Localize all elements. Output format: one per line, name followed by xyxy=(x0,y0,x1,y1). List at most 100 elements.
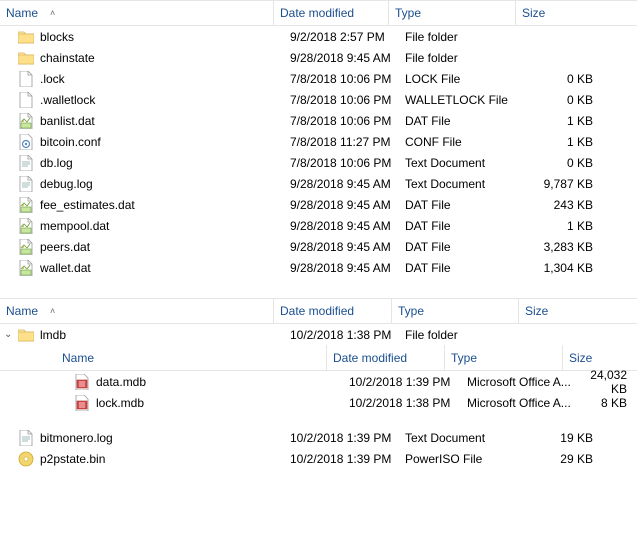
conf-icon xyxy=(18,134,34,150)
file-row[interactable]: peers.dat9/28/2018 9:45 AMDAT File3,283 … xyxy=(0,236,637,257)
text-icon xyxy=(18,155,34,171)
file-row[interactable]: .lock7/8/2018 10:06 PMLOCK File0 KB xyxy=(0,68,637,89)
file-name: lmdb xyxy=(40,328,290,342)
file-type: File folder xyxy=(405,51,533,65)
column-header-type-label: Type xyxy=(398,304,424,318)
file-type: DAT File xyxy=(405,261,533,275)
file-size: 1,304 KB xyxy=(533,261,637,275)
file-list-pane-top: Name ˄ Date modified Type Size blocks9/2… xyxy=(0,0,637,278)
column-header-date[interactable]: Date modified xyxy=(274,299,392,323)
file-name: p2pstate.bin xyxy=(40,452,290,466)
file-date: 9/28/2018 9:45 AM xyxy=(290,240,405,254)
column-header-type[interactable]: Type xyxy=(445,345,563,370)
file-date: 7/8/2018 10:06 PM xyxy=(290,93,405,107)
file-row[interactable]: db.log7/8/2018 10:06 PMText Document0 KB xyxy=(0,152,637,173)
column-header-size-label: Size xyxy=(522,6,545,20)
file-date: 10/2/2018 1:39 PM xyxy=(290,431,405,445)
column-header-name[interactable]: Name ˄ xyxy=(0,1,274,25)
file-size: 0 KB xyxy=(533,72,637,86)
folder-row[interactable]: ⌄lmdb10/2/2018 1:38 PMFile folder xyxy=(0,324,637,345)
file-size: 1 KB xyxy=(533,114,637,128)
file-size: 8 KB xyxy=(585,396,637,410)
file-type: File folder xyxy=(405,328,533,342)
column-header-row: Name ˄ Date modified Type Size xyxy=(0,298,637,324)
file-type: DAT File xyxy=(405,114,533,128)
column-header-date-label: Date modified xyxy=(333,351,407,365)
file-date: 7/8/2018 10:06 PM xyxy=(290,72,405,86)
file-name: bitcoin.conf xyxy=(40,135,290,149)
file-type: LOCK File xyxy=(405,72,533,86)
file-name: fee_estimates.dat xyxy=(40,198,290,212)
column-header-name[interactable]: Name ˄ xyxy=(0,299,274,323)
file-type: File folder xyxy=(405,30,533,44)
column-header-size[interactable]: Size xyxy=(519,299,637,323)
file-type: DAT File xyxy=(405,198,533,212)
file-name: .lock xyxy=(40,72,290,86)
file-name: blocks xyxy=(40,30,290,44)
file-row[interactable]: debug.log9/28/2018 9:45 AMText Document9… xyxy=(0,173,637,194)
file-list-top: blocks9/2/2018 2:57 PMFile folderchainst… xyxy=(0,26,637,278)
file-type: Microsoft Office A... xyxy=(467,375,585,389)
file-row[interactable]: wallet.dat9/28/2018 9:45 AMDAT File1,304… xyxy=(0,257,637,278)
expand-chevron-icon: ⌄ xyxy=(4,329,12,340)
column-header-type[interactable]: Type xyxy=(392,299,519,323)
dat-icon xyxy=(18,113,34,129)
iso-icon xyxy=(18,451,34,467)
file-row[interactable]: fee_estimates.dat9/28/2018 9:45 AMDAT Fi… xyxy=(0,194,637,215)
file-name: wallet.dat xyxy=(40,261,290,275)
file-name: .walletlock xyxy=(40,93,290,107)
sort-chevron-icon: ˄ xyxy=(50,306,55,316)
file-name: db.log xyxy=(40,156,290,170)
file-date: 9/28/2018 9:45 AM xyxy=(290,51,405,65)
file-type: Text Document xyxy=(405,177,533,191)
column-header-size[interactable]: Size xyxy=(516,1,637,25)
file-row[interactable]: mempool.dat9/28/2018 9:45 AMDAT File1 KB xyxy=(0,215,637,236)
file-date: 10/2/2018 1:39 PM xyxy=(349,375,467,389)
column-header-name-label: Name xyxy=(6,304,38,318)
file-type: Text Document xyxy=(405,431,533,445)
file-name: lock.mdb xyxy=(96,396,349,410)
folder-row[interactable]: blocks9/2/2018 2:57 PMFile folder xyxy=(0,26,637,47)
mdb-icon xyxy=(74,395,90,411)
file-type: CONF File xyxy=(405,135,533,149)
column-header-date-label: Date modified xyxy=(280,6,354,20)
column-header-size[interactable]: Size xyxy=(563,345,637,370)
file-name: banlist.dat xyxy=(40,114,290,128)
file-row[interactable]: banlist.dat7/8/2018 10:06 PMDAT File1 KB xyxy=(0,110,637,131)
file-type: WALLETLOCK File xyxy=(405,93,533,107)
file-icon xyxy=(18,71,34,87)
folder-icon xyxy=(18,29,34,45)
file-date: 10/2/2018 1:38 PM xyxy=(349,396,467,410)
column-header-date-label: Date modified xyxy=(280,304,354,318)
column-header-type[interactable]: Type xyxy=(389,1,516,25)
file-row[interactable]: lock.mdb10/2/2018 1:38 PMMicrosoft Offic… xyxy=(0,392,637,413)
file-row[interactable]: .walletlock7/8/2018 10:06 PMWALLETLOCK F… xyxy=(0,89,637,110)
column-header-name[interactable]: Name xyxy=(56,345,327,370)
dat-icon xyxy=(18,218,34,234)
column-header-date[interactable]: Date modified xyxy=(274,1,389,25)
text-icon xyxy=(18,430,34,446)
file-name: mempool.dat xyxy=(40,219,290,233)
file-list-pane-bottom: Name ˄ Date modified Type Size ⌄ lmdb 10/2… xyxy=(0,298,637,469)
file-name: peers.dat xyxy=(40,240,290,254)
file-name: debug.log xyxy=(40,177,290,191)
file-list-bottom: ⌄ lmdb 10/2/2018 1:38 PM File folder Name Dat… xyxy=(0,324,637,469)
file-date: 9/28/2018 9:45 AM xyxy=(290,261,405,275)
file-size: 0 KB xyxy=(533,93,637,107)
file-row[interactable]: bitcoin.conf7/8/2018 11:27 PMCONF File1 … xyxy=(0,131,637,152)
file-row[interactable]: bitmonero.log10/2/2018 1:39 PMText Docum… xyxy=(0,427,637,448)
file-date: 9/28/2018 9:45 AM xyxy=(290,219,405,233)
file-type: DAT File xyxy=(405,219,533,233)
column-header-name-label: Name xyxy=(62,351,94,365)
file-size: 0 KB xyxy=(533,156,637,170)
file-row[interactable]: data.mdb10/2/2018 1:39 PMMicrosoft Offic… xyxy=(0,371,637,392)
text-icon xyxy=(18,176,34,192)
file-name: chainstate xyxy=(40,51,290,65)
folder-row[interactable]: chainstate9/28/2018 9:45 AMFile folder xyxy=(0,47,637,68)
column-header-date[interactable]: Date modified xyxy=(327,345,445,370)
mdb-icon xyxy=(74,374,90,390)
dat-icon xyxy=(18,239,34,255)
file-type: PowerISO File xyxy=(405,452,533,466)
file-row[interactable]: p2pstate.bin10/2/2018 1:39 PMPowerISO Fi… xyxy=(0,448,637,469)
file-date: 9/28/2018 9:45 AM xyxy=(290,177,405,191)
